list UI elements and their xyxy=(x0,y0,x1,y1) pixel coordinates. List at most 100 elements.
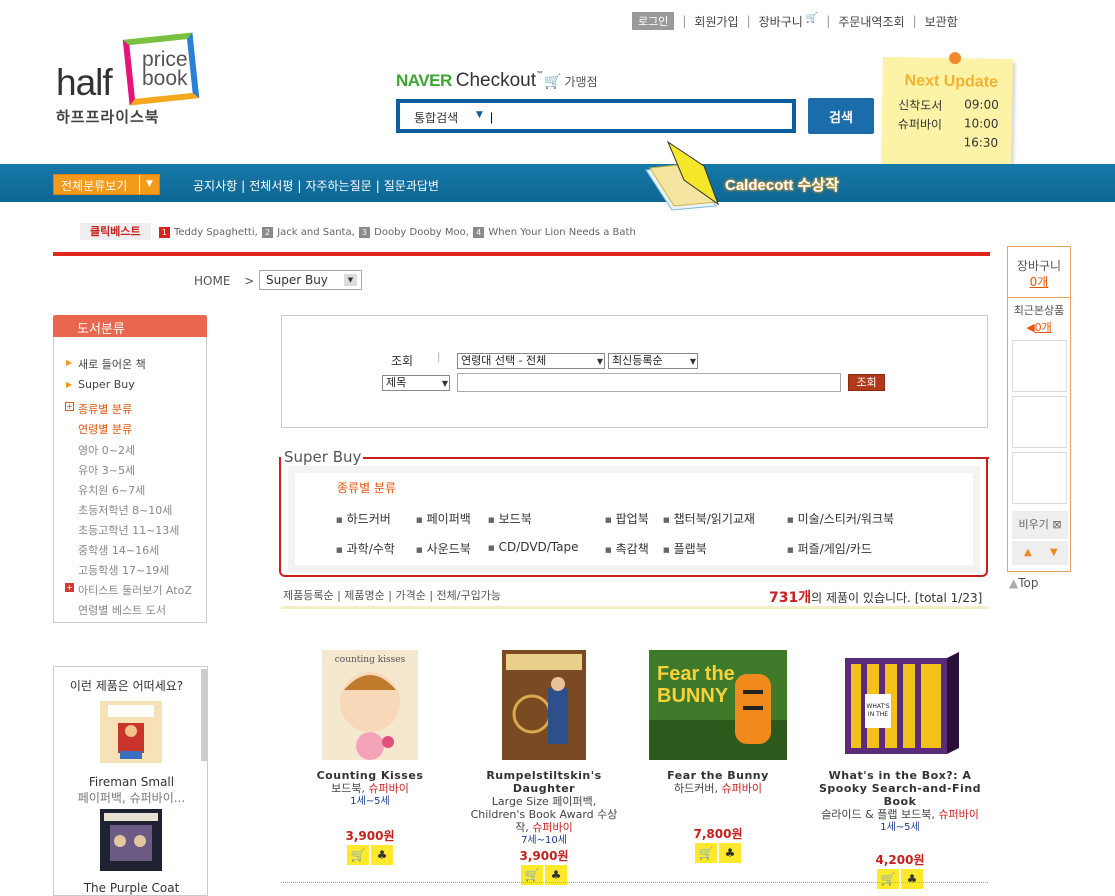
storage-link[interactable]: 보관함 xyxy=(925,13,958,30)
sidebar-item-super-buy[interactable]: ▶ Super Buy xyxy=(66,378,135,391)
order-select[interactable]: 최신등록순 ▼ xyxy=(608,353,698,369)
login-link[interactable]: 로그인 xyxy=(632,12,675,30)
join-link[interactable]: 회원가입 xyxy=(694,13,738,30)
category-link[interactable]: ■ 촉감책 xyxy=(605,540,649,557)
product-name[interactable]: Rumpelstiltskin's Daughter xyxy=(459,769,629,795)
recommend-title: 이런 제품은 어떠세요? xyxy=(69,679,184,693)
sidebar-item-age[interactable]: 영아 0~2세 xyxy=(78,442,135,458)
best-item[interactable]: Dooby Dooby Moo, xyxy=(374,227,469,238)
nav-link-notice[interactable]: 공지사항 xyxy=(193,179,237,193)
recent-slot[interactable] xyxy=(1012,452,1067,504)
book-cover-whats-in-the-box[interactable]: WHAT'SIN THE xyxy=(837,650,963,760)
product-name[interactable]: Fear the Bunny xyxy=(633,769,803,782)
caldecott-banner[interactable]: Caldecott 수상작 xyxy=(725,174,839,195)
cart-link[interactable]: 장바구니 🛒 xyxy=(759,13,819,30)
wishlist-icon[interactable]: ♣ xyxy=(371,845,393,865)
product-name[interactable]: Counting Kisses xyxy=(285,769,455,782)
category-sidebar: 도서분류 ▶ 새로 들어온 책 ▶ Super Buy + 종류별 분류 연령별 분류… xyxy=(53,315,207,623)
chevron-down-icon: ▼ xyxy=(139,175,159,194)
divider xyxy=(53,252,990,256)
age-select[interactable]: 연령대 선택 - 전체 ▼ xyxy=(457,353,605,369)
book-cover-fireman-small[interactable] xyxy=(100,701,162,763)
category-dropdown-button[interactable]: 전체분류보기 ▼ xyxy=(53,174,160,195)
sidebar-item-age[interactable]: 유치원 6~7세 xyxy=(78,482,145,498)
category-link[interactable]: ■ 팝업북 xyxy=(605,510,649,527)
cart-icon: 🛒 xyxy=(805,12,819,24)
product-age: 1세~5세 xyxy=(350,796,390,807)
product-price: 3,900원 xyxy=(519,849,569,863)
click-best-label: 클릭베스트 xyxy=(80,223,151,240)
category-link[interactable]: ■ 보드북 xyxy=(488,510,532,527)
nav-link-qna[interactable]: 질문과답변 xyxy=(384,179,439,193)
sidebar-item-by-age[interactable]: 연령별 분류 xyxy=(78,421,132,437)
quick-cart-count[interactable]: 0개 xyxy=(1008,273,1070,290)
category-link[interactable]: ■ 사운드북 xyxy=(416,540,471,557)
sidebar-item-age[interactable]: 고등학생 17~19세 xyxy=(78,562,169,578)
category-link[interactable]: ■ 미술/스티커/워크북 xyxy=(787,510,894,527)
book-cover-fear-the-bunny[interactable]: Fear the BUNNY xyxy=(649,650,787,760)
recommend-item-name[interactable]: Fireman Small xyxy=(54,775,209,789)
product-name[interactable]: What's in the Box?: A Spooky Search-and-… xyxy=(810,769,990,808)
site-logo[interactable]: half price book 하프프라이스북 xyxy=(56,32,206,130)
wishlist-icon[interactable]: ♣ xyxy=(901,869,923,889)
search-scope-select[interactable]: 통합검색 xyxy=(414,109,458,126)
sidebar-item-by-type[interactable]: + 종류별 분류 xyxy=(65,401,132,417)
note-title: Next Update xyxy=(904,72,999,91)
product-price: 7,800원 xyxy=(693,827,743,841)
nav-link-reviews[interactable]: 전체서평 xyxy=(249,179,293,193)
category-link[interactable]: ■ 페이퍼백 xyxy=(416,510,471,527)
note-row: 16:30 xyxy=(963,135,999,150)
best-item[interactable]: Jack and Santa, xyxy=(277,227,355,238)
query-input[interactable] xyxy=(457,373,841,392)
sort-options[interactable]: 제품등록순 | 제품명순 | 가격순 | 전체/구입가능 xyxy=(283,587,501,603)
chevron-down-icon[interactable]: ▼ xyxy=(476,110,483,120)
best-item[interactable]: Teddy Spaghetti, xyxy=(174,227,258,238)
scrollbar[interactable] xyxy=(201,669,207,761)
category-link[interactable]: ■ 과학/수학 xyxy=(336,540,395,557)
sidebar-item-age-best[interactable]: 연령별 베스트 도서 xyxy=(78,602,166,618)
sidebar-item-age[interactable]: 유아 3~5세 xyxy=(78,462,135,478)
breadcrumb-home[interactable]: HOME xyxy=(194,274,230,288)
chevron-up-icon[interactable]: ▲ xyxy=(1024,547,1032,558)
recommend-item-name[interactable]: The Purple Coat xyxy=(54,881,209,895)
add-to-cart-icon[interactable]: 🛒 xyxy=(347,845,369,865)
sidebar-item-age[interactable]: 초등저학년 8~10세 xyxy=(78,502,172,518)
category-link[interactable]: ■ 챕터북/읽기교재 xyxy=(663,510,755,527)
sidebar-item-artists[interactable]: + 아티스트 둘러보기 AtoZ xyxy=(65,582,192,598)
breadcrumb-select[interactable]: Super Buy ▼ xyxy=(259,270,362,290)
nav-link-faq[interactable]: 자주하는질문 xyxy=(305,179,371,193)
add-to-cart-icon[interactable]: 🛒 xyxy=(877,869,899,889)
recent-slot[interactable] xyxy=(1012,396,1067,448)
category-link[interactable]: ■ 플랩북 xyxy=(663,540,707,557)
query-label: 조회 xyxy=(391,354,414,368)
search-input[interactable] xyxy=(490,106,790,127)
book-cover-rumpelstiltskins-daughter[interactable] xyxy=(502,650,586,760)
order-history-link[interactable]: 주문내역조회 xyxy=(838,13,904,30)
nav-links: 공지사항 | 전체서평 | 자주하는질문 | 질문과답변 xyxy=(193,179,439,193)
recent-count[interactable]: ◀0개 xyxy=(1008,319,1070,335)
product-count: 731개의 제품이 있습니다. [total 1/23] xyxy=(769,590,983,606)
field-select[interactable]: 제목 ▼ xyxy=(382,375,450,391)
category-link[interactable]: ■ 하드커버 xyxy=(336,510,391,527)
book-cover-counting-kisses[interactable]: counting kisses xyxy=(322,650,418,760)
sidebar-item-age[interactable]: 초등고학년 11~13세 xyxy=(78,522,179,538)
chevron-down-icon[interactable]: ▼ xyxy=(1050,547,1058,558)
close-icon: ⊠ xyxy=(1052,518,1062,531)
query-button[interactable]: 조회 xyxy=(848,374,885,391)
best-item[interactable]: When Your Lion Needs a Bath xyxy=(488,227,635,238)
product-age: 1세~5세 xyxy=(880,822,920,833)
book-cover-purple-coat[interactable] xyxy=(100,809,162,871)
category-link[interactable]: ■ CD/DVD/Tape xyxy=(488,540,579,554)
category-link[interactable]: ■ 퍼즐/게임/카드 xyxy=(787,540,872,557)
wishlist-icon[interactable]: ♣ xyxy=(719,843,741,863)
product-age: 7세~10세 xyxy=(521,835,567,846)
svg-text:IN THE: IN THE xyxy=(868,711,888,718)
recent-slot[interactable] xyxy=(1012,340,1067,392)
sidebar-item-new[interactable]: ▶ 새로 들어온 책 xyxy=(66,356,146,372)
add-to-cart-icon[interactable]: 🛒 xyxy=(695,843,717,863)
scroll-top-link[interactable]: ▲Top xyxy=(1009,576,1038,590)
click-best-bar: 클릭베스트 1 Teddy Spaghetti, 2 Jack and Sant… xyxy=(80,223,636,240)
clear-recent-button[interactable]: 비우기 ⊠ xyxy=(1012,511,1068,539)
search-button[interactable]: 검색 xyxy=(808,98,874,134)
sidebar-item-age[interactable]: 중학생 14~16세 xyxy=(78,542,159,558)
